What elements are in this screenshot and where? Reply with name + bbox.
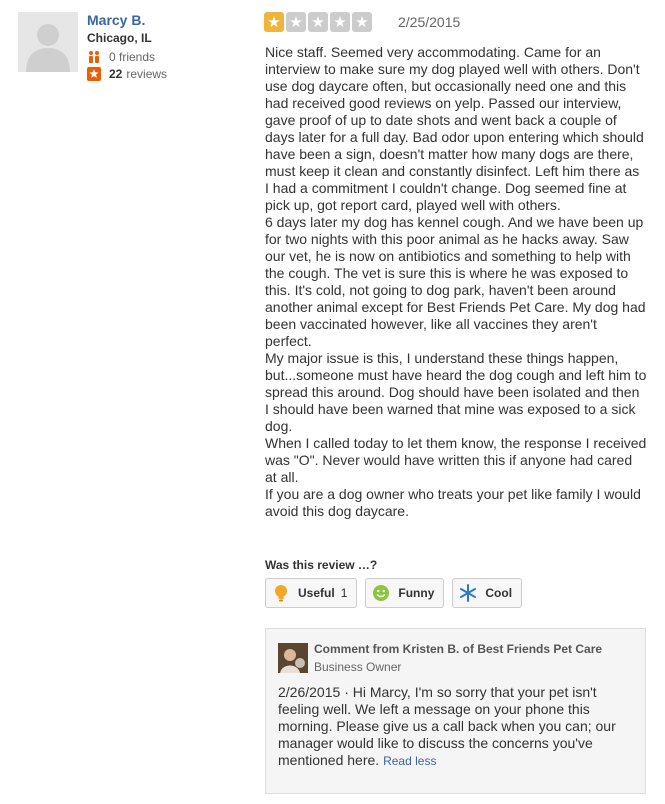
friends-icon bbox=[87, 50, 101, 64]
owner-avatar[interactable] bbox=[278, 643, 308, 673]
cool-label: Cool bbox=[485, 586, 513, 600]
comment-separator: · bbox=[344, 684, 349, 700]
review-date: 2/25/2015 bbox=[398, 14, 461, 30]
reviews-stat: 22 reviews bbox=[87, 67, 167, 81]
comment-text: 2/26/2015 · Hi Marcy, I'm so sorry that … bbox=[278, 684, 633, 770]
vote-prompt: Was this review …? bbox=[265, 558, 378, 572]
user-location: Chicago, IL bbox=[87, 31, 152, 45]
star-icon: ★ bbox=[264, 12, 284, 32]
star-icon: ★ bbox=[286, 12, 306, 32]
smiley-icon bbox=[372, 584, 390, 602]
snowflake-icon bbox=[459, 584, 477, 602]
vote-buttons: Useful 1 Funny Cool bbox=[265, 578, 523, 608]
read-less-link[interactable]: Read less bbox=[383, 754, 436, 768]
reviews-count: 22 bbox=[109, 67, 123, 81]
comment-date: 2/26/2015 bbox=[278, 684, 341, 700]
default-avatar-icon bbox=[18, 12, 78, 72]
owner-photo-icon bbox=[278, 643, 308, 673]
friends-stat: 0 friends bbox=[87, 50, 155, 64]
lightbulb-icon bbox=[272, 584, 290, 602]
user-avatar[interactable] bbox=[18, 12, 78, 72]
funny-button[interactable]: Funny bbox=[365, 578, 445, 608]
useful-button[interactable]: Useful 1 bbox=[265, 578, 358, 608]
review-star-icon bbox=[87, 67, 101, 81]
owner-comment: Comment from Kristen B. of Best Friends … bbox=[265, 628, 646, 794]
friends-count: 0 friends bbox=[109, 50, 156, 64]
reviews-label: reviews bbox=[126, 67, 168, 81]
star-icon: ★ bbox=[352, 12, 372, 32]
useful-label: Useful bbox=[298, 586, 335, 600]
owner-role: Business Owner bbox=[314, 660, 402, 674]
star-icon: ★ bbox=[330, 12, 350, 32]
cool-button[interactable]: Cool bbox=[452, 578, 523, 608]
star-rating: ★ ★ ★ ★ ★ bbox=[264, 12, 372, 32]
review-text: Nice staff. Seemed very accommodating. C… bbox=[265, 44, 647, 519]
star-icon: ★ bbox=[308, 12, 328, 32]
useful-count: 1 bbox=[340, 586, 348, 600]
user-name[interactable]: Marcy B. bbox=[87, 12, 145, 28]
comment-title: Comment from Kristen B. of Best Friends … bbox=[314, 642, 603, 656]
funny-label: Funny bbox=[398, 586, 435, 600]
